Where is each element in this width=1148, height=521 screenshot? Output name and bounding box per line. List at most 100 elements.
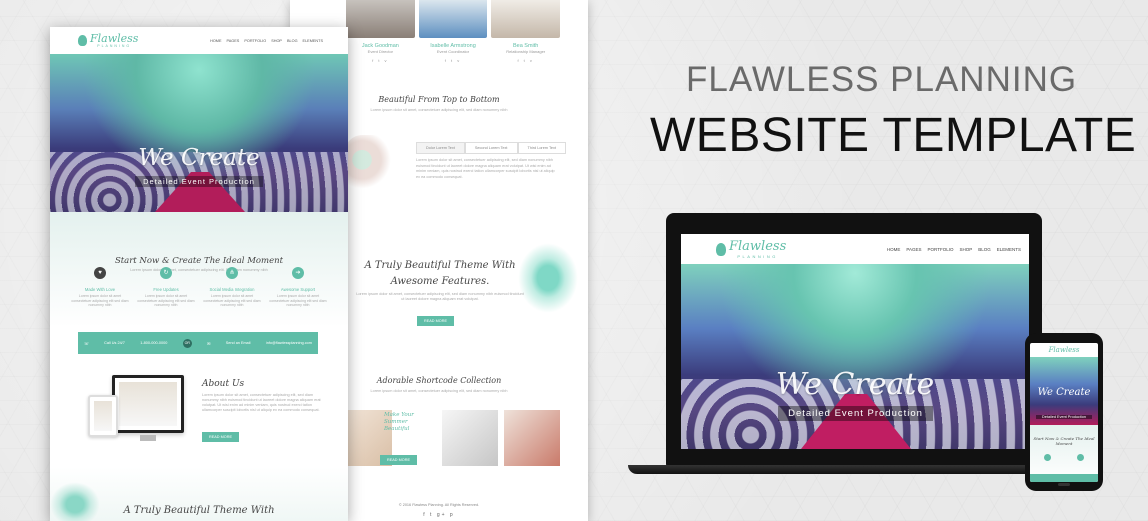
email-label: Send an Email <box>225 341 251 345</box>
start-title: Start Now & Create The Ideal Moment <box>114 256 284 266</box>
team-photo <box>491 0 561 38</box>
logo-icon <box>716 242 726 256</box>
tabs: Dolor Lorem Text Second Lorem Text Third… <box>416 142 566 154</box>
nav-item-portfolio[interactable]: PORTFOLIO <box>928 247 954 252</box>
logo[interactable]: Flawless PLANNING <box>716 239 786 259</box>
phone-icon: ☏ <box>84 341 89 346</box>
team-social-icons[interactable]: f t v <box>491 58 560 63</box>
devices-mockup-image <box>88 369 188 457</box>
team-photo <box>346 0 415 38</box>
navbar: Flawless PLANNING HOME PAGES PORTFOLIO S… <box>50 27 348 54</box>
about-read-more-button[interactable]: READ MORE <box>202 432 239 442</box>
feature-item: ➔ Awesome Support Lorem ipsum dolor sit … <box>268 267 328 308</box>
nav-item-elements[interactable]: ELEMENTS <box>303 39 323 43</box>
start-title: Start Now & Create The Ideal Moment <box>1033 436 1095 446</box>
team-social-icons[interactable]: f t v <box>419 58 488 63</box>
logo-text: Flawless <box>729 239 787 254</box>
nav-item-shop[interactable]: SHOP <box>959 247 972 252</box>
heading-line-1: FLAWLESS PLANNING <box>686 60 1078 99</box>
phone-number[interactable]: 1-800-000-0000 <box>140 341 167 345</box>
monitor-mockup <box>112 375 184 433</box>
feature-item: ↻ Free Updates Lorem ipsum dolor sit ame… <box>136 267 196 308</box>
team-role: Event Coordinator <box>436 49 470 54</box>
support-icon: ➔ <box>292 267 304 279</box>
hero-subtitle: Detailed Event Production <box>778 406 933 421</box>
laptop-screen: Flawless PLANNING HOME PAGES PORTFOLIO S… <box>666 213 1042 466</box>
nav-item-pages[interactable]: PAGES <box>227 39 240 43</box>
feature-icon <box>1044 454 1051 461</box>
read-more-button[interactable]: READ MORE <box>417 316 454 326</box>
contact-bar <box>1030 474 1098 482</box>
laptop-display: Flawless PLANNING HOME PAGES PORTFOLIO S… <box>681 234 1029 449</box>
heading-line-2: WEBSITE TEMPLATE <box>650 109 1137 162</box>
feature-item: ⋔ Social Media Integration Lorem ipsum d… <box>202 267 262 308</box>
logo[interactable]: Flawless PLANNING <box>78 31 139 48</box>
laptop-mockup: Flawless PLANNING HOME PAGES PORTFOLIO S… <box>628 213 1068 485</box>
feature-title: Free Updates <box>153 287 179 292</box>
laptop-base <box>628 465 1068 474</box>
contact-bar: ☏ Call Us 24/7 1-800-000-0000 OR ✉ Send … <box>78 332 318 354</box>
phone-display: Flawless We Create Detailed Event Produc… <box>1030 343 1098 482</box>
home-indicator <box>1058 483 1070 486</box>
section-subtitle: Lorem ipsum dolor sit amet, consectetuer… <box>370 389 508 393</box>
team-role: Relationship Manager <box>506 49 546 54</box>
tab-1[interactable]: Dolor Lorem Text <box>416 142 465 154</box>
tablet-mockup <box>88 395 118 437</box>
hero-title: We Create <box>1037 387 1091 398</box>
nav-item-elements[interactable]: ELEMENTS <box>997 247 1021 252</box>
feature-text: Lorem ipsum dolor sit amet consectetuer … <box>71 294 129 307</box>
logo-tagline: PLANNING <box>737 254 778 259</box>
shortcode-image <box>504 410 560 466</box>
hero-banner <box>50 54 348 212</box>
feature-text: Lorem ipsum dolor sit amet consectetuer … <box>137 294 195 307</box>
template-preview-front: Flawless PLANNING HOME PAGES PORTFOLIO S… <box>50 27 348 521</box>
hero-subtitle: Detailed Event Production <box>1036 415 1092 419</box>
refresh-icon: ↻ <box>160 267 172 279</box>
nav-item-pages[interactable]: PAGES <box>906 247 921 252</box>
tab-3[interactable]: Third Lorem Text <box>517 142 566 154</box>
shortcode-image <box>442 410 498 466</box>
team-photo <box>418 0 488 38</box>
section-title-features: A Truly Beautiful Theme With Awesome Fea… <box>364 260 516 287</box>
monitor-stand <box>140 435 156 441</box>
feature-title: Awesome Support <box>280 287 316 292</box>
nav-item-shop[interactable]: SHOP <box>271 39 282 43</box>
team-social-icons[interactable]: f t v <box>346 58 415 63</box>
heart-icon: ♥ <box>94 267 106 279</box>
nav-item-home[interactable]: HOME <box>887 247 901 252</box>
hero-title: We Create <box>138 145 260 171</box>
logo-text: Flawless <box>90 31 139 45</box>
nav-menu: HOME PAGES PORTFOLIO SHOP BLOG ELEMENTS <box>210 39 323 43</box>
share-icon: ⋔ <box>226 267 238 279</box>
section-subtitle: Lorem ipsum dolor sit amet, consectetuer… <box>370 108 508 112</box>
team-card: Bea Smith Relationship Manager f t v <box>491 0 561 63</box>
logo-icon <box>78 35 87 46</box>
about-text: Lorem ipsum dolor sit amet, consectetuer… <box>202 393 321 412</box>
tab-content-text: Lorem ipsum dolor sit amet, consectetuer… <box>416 158 555 179</box>
section-subtitle: Lorem ipsum dolor sit amet, consectetuer… <box>356 292 524 301</box>
logo-text: Flawless <box>1048 346 1080 354</box>
hero-banner: We Create Detailed Event Production <box>681 264 1029 449</box>
nav-item-portfolio[interactable]: PORTFOLIO <box>244 39 266 43</box>
bottom-title: A Truly Beautiful Theme With <box>123 505 275 516</box>
feature-item: ♥ Made With Love Lorem ipsum dolor sit a… <box>70 267 130 308</box>
nav-item-blog[interactable]: BLOG <box>287 39 298 43</box>
shortcode-read-more-button[interactable]: READ MORE <box>380 455 417 465</box>
feature-title: Social Media Integration <box>209 287 255 292</box>
email-address[interactable]: info@flawlessplanning.com <box>266 341 312 345</box>
feature-icon <box>1077 454 1084 461</box>
nav-item-blog[interactable]: BLOG <box>978 247 991 252</box>
nav-item-home[interactable]: HOME <box>210 39 221 43</box>
features-row: ♥ Made With Love Lorem ipsum dolor sit a… <box>70 267 328 308</box>
hero-title: We Create <box>775 367 935 402</box>
hero-subtitle: Detailed Event Production <box>135 176 263 187</box>
feature-title: Made With Love <box>84 287 116 292</box>
feature-text: Lorem ipsum dolor sit amet consectetuer … <box>269 294 327 307</box>
team-card: Jack Goodman Event Director f t v <box>346 0 415 63</box>
shortcode-heading: Make Your Summer Beautiful <box>384 412 414 432</box>
or-badge: OR <box>182 338 192 348</box>
tab-2[interactable]: Second Lorem Text <box>464 142 518 154</box>
navbar: Flawless PLANNING HOME PAGES PORTFOLIO S… <box>681 234 1029 264</box>
team-role: Event Director <box>367 49 393 54</box>
call-label: Call Us 24/7 <box>104 341 125 345</box>
